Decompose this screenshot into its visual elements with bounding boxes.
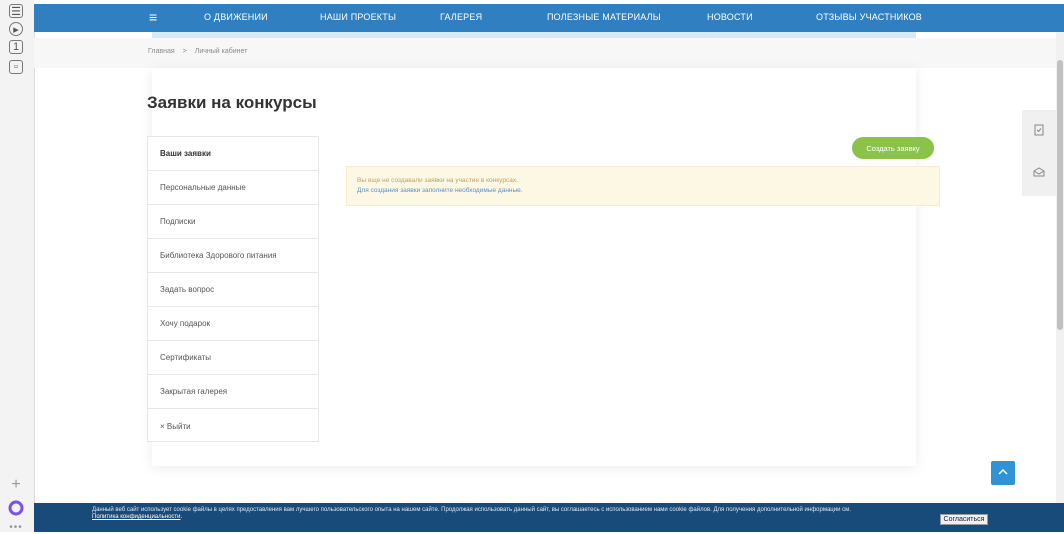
- empty-notice: Вы еще не создавали заявки на участие в …: [346, 166, 940, 206]
- scroll-to-top-button[interactable]: [991, 461, 1015, 485]
- create-application-button[interactable]: Создать заявку: [852, 137, 934, 159]
- alice-icon[interactable]: [8, 500, 24, 516]
- nav-item-materials[interactable]: ПОЛЕЗНЫЕ МАТЕРИАЛЫ: [547, 12, 661, 22]
- menu-item-subscriptions[interactable]: Подписки: [148, 205, 318, 239]
- browser-sidebar: ☰ ▸ 1 ▫ + •••: [0, 0, 35, 533]
- notice-instruction-link[interactable]: Для создания заявки заполните необходимы…: [357, 186, 939, 196]
- menu-icon[interactable]: ≡: [149, 9, 157, 25]
- menu-item-certificates[interactable]: Сертификаты: [148, 341, 318, 375]
- plus-icon[interactable]: +: [9, 476, 23, 493]
- page-title: Заявки на конкурсы: [147, 93, 317, 112]
- tab-icon[interactable]: 1: [9, 40, 23, 54]
- cookie-accept-button[interactable]: Согласиться: [940, 514, 988, 525]
- cookie-period: .: [180, 514, 183, 520]
- breadcrumb-current: Личный кабинет: [194, 48, 248, 55]
- chevron-up-icon: [998, 468, 1008, 479]
- privacy-policy-link[interactable]: Политика конфиденциальности: [92, 514, 181, 520]
- play-icon[interactable]: ▸: [9, 22, 23, 36]
- nav-item-news[interactable]: НОВОСТИ: [707, 12, 753, 22]
- right-widget-panel: [1022, 110, 1056, 196]
- nav-item-gallery[interactable]: ГАЛЕРЕЯ: [440, 12, 482, 22]
- breadcrumb-separator: >: [182, 48, 187, 55]
- account-menu: Ваши заявки Персональные данные Подписки…: [147, 136, 319, 442]
- nav-item-projects[interactable]: НАШИ ПРОЕКТЫ: [320, 12, 396, 22]
- menu-item-personal-data[interactable]: Персональные данные: [148, 171, 318, 205]
- mail-icon[interactable]: [1033, 166, 1045, 178]
- cookie-message: Данный веб сайт использует cookie файлы …: [92, 507, 851, 513]
- breadcrumb-home[interactable]: Главная: [148, 48, 175, 55]
- breadcrumb: Главная > Личный кабинет: [148, 48, 247, 55]
- nav-item-about[interactable]: О ДВИЖЕНИИ: [204, 12, 268, 22]
- image-icon[interactable]: ▫: [9, 60, 23, 74]
- document-check-icon[interactable]: [1033, 124, 1045, 136]
- menu-item-closed-gallery[interactable]: Закрытая галерея: [148, 375, 318, 409]
- cookie-text: Данный веб сайт использует cookie файлы …: [92, 507, 852, 521]
- notice-message: Вы еще не создавали заявки на участие в …: [357, 177, 518, 184]
- menu-item-library[interactable]: Библиотека Здорового питания: [148, 239, 318, 273]
- menu-item-logout[interactable]: × Выйти: [148, 409, 318, 443]
- top-navigation: ≡ О ДВИЖЕНИИ НАШИ ПРОЕКТЫ ГАЛЕРЕЯ ПОЛЕЗН…: [34, 4, 1064, 32]
- menu-item-ask-question[interactable]: Задать вопрос: [148, 273, 318, 307]
- notes-icon[interactable]: ☰: [9, 4, 23, 18]
- nav-item-reviews[interactable]: ОТЗЫВЫ УЧАСТНИКОВ: [816, 12, 922, 22]
- menu-item-applications[interactable]: Ваши заявки: [148, 137, 318, 171]
- scrollbar-thumb[interactable]: [1057, 60, 1063, 330]
- menu-item-gift[interactable]: Хочу подарок: [148, 307, 318, 341]
